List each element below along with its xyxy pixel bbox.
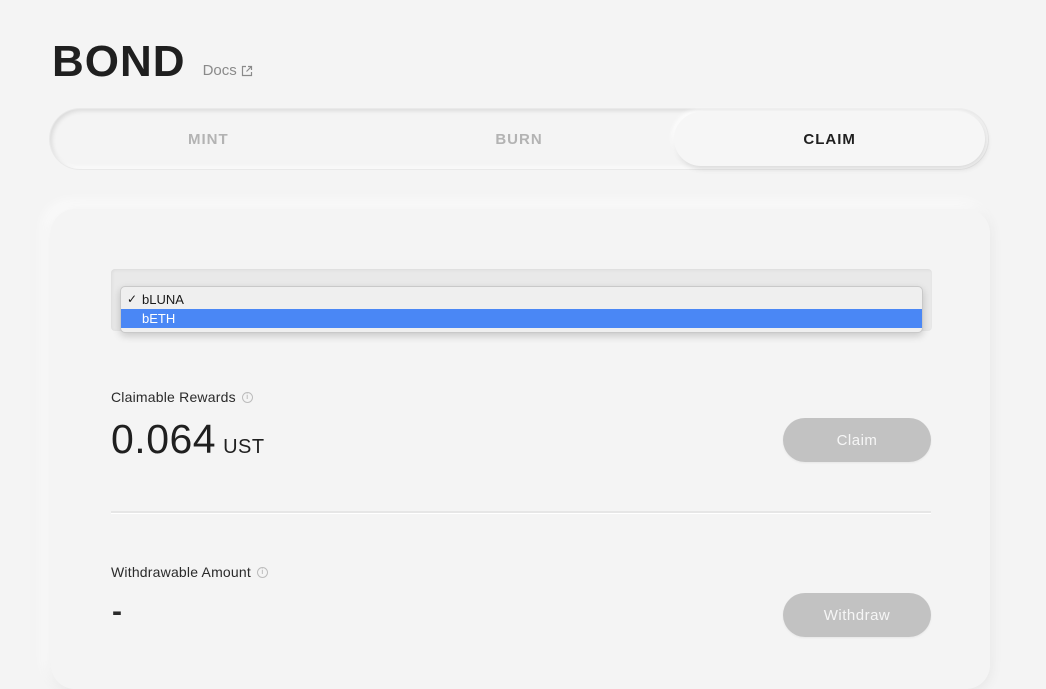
- page-header: BOND Docs: [52, 34, 253, 84]
- page-title: BOND: [52, 37, 186, 86]
- claimable-rewards-amount: 0.064 UST: [111, 416, 265, 463]
- claim-card: ✓ bLUNA bETH Claimable Rewards i 0.064 U…: [51, 209, 990, 689]
- divider: [111, 511, 931, 513]
- claim-button[interactable]: Claim: [783, 418, 931, 462]
- dropdown-option-bluna[interactable]: ✓ bLUNA: [121, 290, 922, 309]
- tab-burn[interactable]: BURN: [364, 112, 675, 166]
- claimable-rewards-label: Claimable Rewards i: [111, 389, 253, 405]
- claimable-rewards-label-text: Claimable Rewards: [111, 389, 236, 405]
- claimable-rewards-unit: UST: [223, 436, 265, 458]
- check-icon: ✓: [127, 292, 138, 306]
- tab-mint[interactable]: MINT: [53, 112, 364, 166]
- withdrawable-amount-label: Withdrawable Amount i: [111, 564, 268, 580]
- tab-bar: MINT BURN CLAIM: [50, 109, 988, 169]
- asset-dropdown-menu: ✓ bLUNA bETH: [120, 286, 923, 333]
- withdraw-button[interactable]: Withdraw: [783, 593, 931, 637]
- option-label: bETH: [142, 311, 176, 326]
- info-icon[interactable]: i: [256, 566, 268, 578]
- option-label: bLUNA: [142, 292, 184, 307]
- withdrawable-amount-label-text: Withdrawable Amount: [111, 564, 251, 580]
- dropdown-option-beth[interactable]: bETH: [121, 309, 922, 328]
- tab-claim[interactable]: CLAIM: [674, 112, 986, 166]
- info-icon[interactable]: i: [241, 391, 253, 403]
- withdrawable-amount-value: -: [112, 595, 122, 628]
- claimable-rewards-value: 0.064: [111, 416, 217, 462]
- external-link-icon: [241, 65, 252, 76]
- docs-link[interactable]: Docs: [203, 62, 253, 79]
- docs-link-label: Docs: [202, 62, 237, 79]
